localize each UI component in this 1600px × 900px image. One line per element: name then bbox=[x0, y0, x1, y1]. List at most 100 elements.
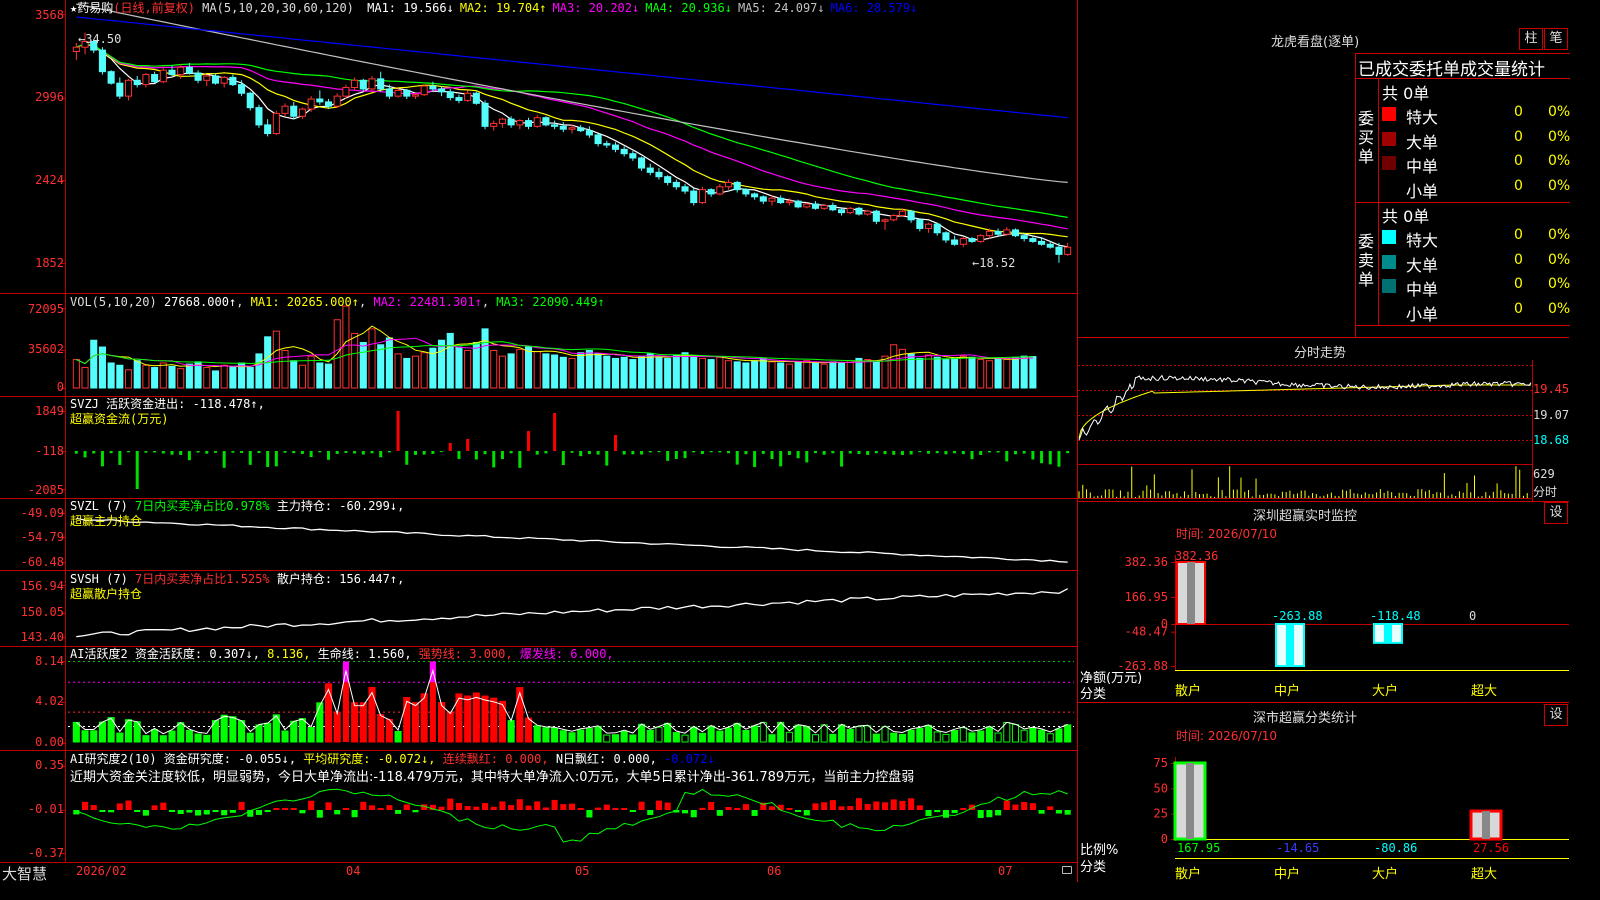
date-label: 04 bbox=[346, 864, 361, 878]
candle-body bbox=[498, 118, 506, 124]
candle-body bbox=[168, 69, 176, 76]
research-bar bbox=[725, 806, 732, 810]
ma-item-4: MA4: 20.936↓ bbox=[645, 1, 732, 15]
intraday-avg-line bbox=[1078, 384, 1531, 439]
research-bar bbox=[116, 803, 123, 810]
candle-body bbox=[159, 69, 167, 83]
candle bbox=[603, 140, 611, 148]
research-bar bbox=[308, 800, 315, 810]
classify-tick-label: 0 bbox=[1161, 832, 1168, 846]
volume-ma3: MA3: 22090.449↑ bbox=[496, 295, 605, 309]
volume-panel[interactable] bbox=[72, 305, 1037, 389]
ai-research-panel[interactable] bbox=[73, 788, 1071, 843]
flow-bar bbox=[587, 451, 591, 455]
order-percent: 0% bbox=[1548, 128, 1571, 145]
volume-bar bbox=[394, 353, 402, 389]
date-label: 07 bbox=[998, 864, 1013, 878]
flow-bar bbox=[727, 451, 731, 454]
volume-bar bbox=[1020, 355, 1028, 389]
research-bar bbox=[638, 801, 645, 810]
flow-bar bbox=[335, 451, 339, 454]
chart-mode[interactable]: (日线,前复权) bbox=[113, 1, 195, 15]
candle bbox=[438, 86, 446, 97]
order-type: 小单 bbox=[1406, 181, 1439, 201]
activity-bar bbox=[1046, 733, 1054, 743]
candle bbox=[1003, 227, 1011, 236]
flow-bar bbox=[570, 451, 574, 453]
ai-activity-v2: 8.136, bbox=[267, 647, 311, 661]
date-axis: 大智慧 2026/02 04 05 06 07 bbox=[0, 863, 1078, 884]
lock-icon[interactable] bbox=[1062, 866, 1072, 874]
buy-orders-label: 委买单 bbox=[1358, 109, 1375, 166]
monitor-settings-button[interactable]: 设 bbox=[1544, 502, 1568, 524]
ma-item-5: MA5: 24.097↓ bbox=[737, 1, 825, 15]
candle-body bbox=[446, 91, 454, 99]
classify-category-label: 超大 bbox=[1471, 867, 1497, 882]
flow-bar bbox=[874, 451, 878, 454]
flow-bar bbox=[779, 451, 783, 467]
svsh-title: SVSH (7) bbox=[70, 572, 128, 586]
monitor-chart[interactable]: 382.36166.950-48.47-263.88382.36散户-263.8… bbox=[1078, 540, 1569, 700]
activity-bar bbox=[864, 725, 872, 743]
research-bar bbox=[1003, 800, 1010, 810]
classify-title: 深市超赢分类统计 bbox=[1253, 711, 1358, 726]
flow-bar bbox=[605, 451, 609, 466]
order-type: 中单 bbox=[1406, 280, 1439, 299]
candle-body bbox=[272, 112, 280, 135]
flow-bar bbox=[527, 431, 531, 451]
classify-bar-shade bbox=[1186, 763, 1194, 839]
research-bar bbox=[412, 810, 419, 813]
volume-bar bbox=[977, 359, 985, 389]
flow-bar bbox=[187, 451, 191, 461]
candle-body bbox=[324, 101, 333, 107]
candle bbox=[846, 206, 854, 215]
flow-bar bbox=[700, 451, 704, 455]
candle bbox=[124, 78, 133, 101]
flow-bar bbox=[648, 451, 652, 453]
candlestick-panel[interactable] bbox=[72, 3, 1072, 263]
flow-bar bbox=[640, 451, 644, 455]
research-bar bbox=[560, 804, 567, 810]
candle-body bbox=[124, 79, 133, 97]
candle bbox=[107, 70, 115, 85]
volume-tick: 0 bbox=[56, 380, 64, 394]
ai-activity-burst: 爆发线: 6.000, bbox=[519, 647, 614, 661]
candle-body bbox=[577, 127, 585, 132]
research-bar bbox=[99, 810, 106, 812]
bar-view-button[interactable]: 柱 bbox=[1519, 28, 1543, 50]
svzj-header: SVZJ 活跃资金进出: -118.478↑, 超赢资金流(万元) bbox=[70, 397, 265, 427]
candle-body bbox=[342, 86, 350, 97]
activity-bar bbox=[924, 724, 933, 743]
volume-bar bbox=[403, 357, 411, 389]
pen-view-button[interactable]: 笔 bbox=[1544, 28, 1568, 50]
flow-bar bbox=[1022, 451, 1026, 454]
volume-bar bbox=[594, 353, 602, 389]
flow-bar bbox=[674, 451, 678, 459]
candle-body bbox=[794, 200, 802, 208]
research-bar bbox=[516, 799, 523, 810]
candle-body bbox=[238, 84, 246, 94]
order-type: 大单 bbox=[1406, 255, 1439, 275]
classify-settings-button[interactable]: 设 bbox=[1544, 704, 1568, 726]
ai-activity-panel[interactable] bbox=[72, 661, 1072, 743]
classify-chart[interactable]: 75 50 25 0 167.95 散户 -14.65 中户 -80.86 大户 27.56 超大 bbox=[1078, 745, 1569, 882]
flow-bar bbox=[257, 451, 261, 454]
candle bbox=[264, 119, 272, 137]
research-bar bbox=[186, 810, 193, 813]
ai-research-nday: N日飘红: 0.000, bbox=[555, 752, 657, 766]
volume-bar bbox=[472, 342, 480, 389]
volume-bar bbox=[324, 363, 333, 389]
research-bar bbox=[90, 805, 97, 810]
research-bar bbox=[699, 807, 706, 810]
intraday-chart[interactable] bbox=[1078, 360, 1569, 501]
monitor-bar bbox=[1176, 561, 1206, 625]
candle-body bbox=[1020, 235, 1028, 240]
flow-bar bbox=[553, 413, 557, 451]
ai-research-red: 连续飘红: 0.000, bbox=[442, 752, 549, 766]
brand-logo[interactable]: 大智慧 bbox=[2, 863, 47, 884]
candle-body bbox=[829, 204, 837, 211]
activity-bar bbox=[1064, 724, 1072, 743]
research-bar bbox=[768, 806, 776, 810]
volume-bar bbox=[151, 367, 159, 389]
research-bar bbox=[847, 806, 854, 810]
